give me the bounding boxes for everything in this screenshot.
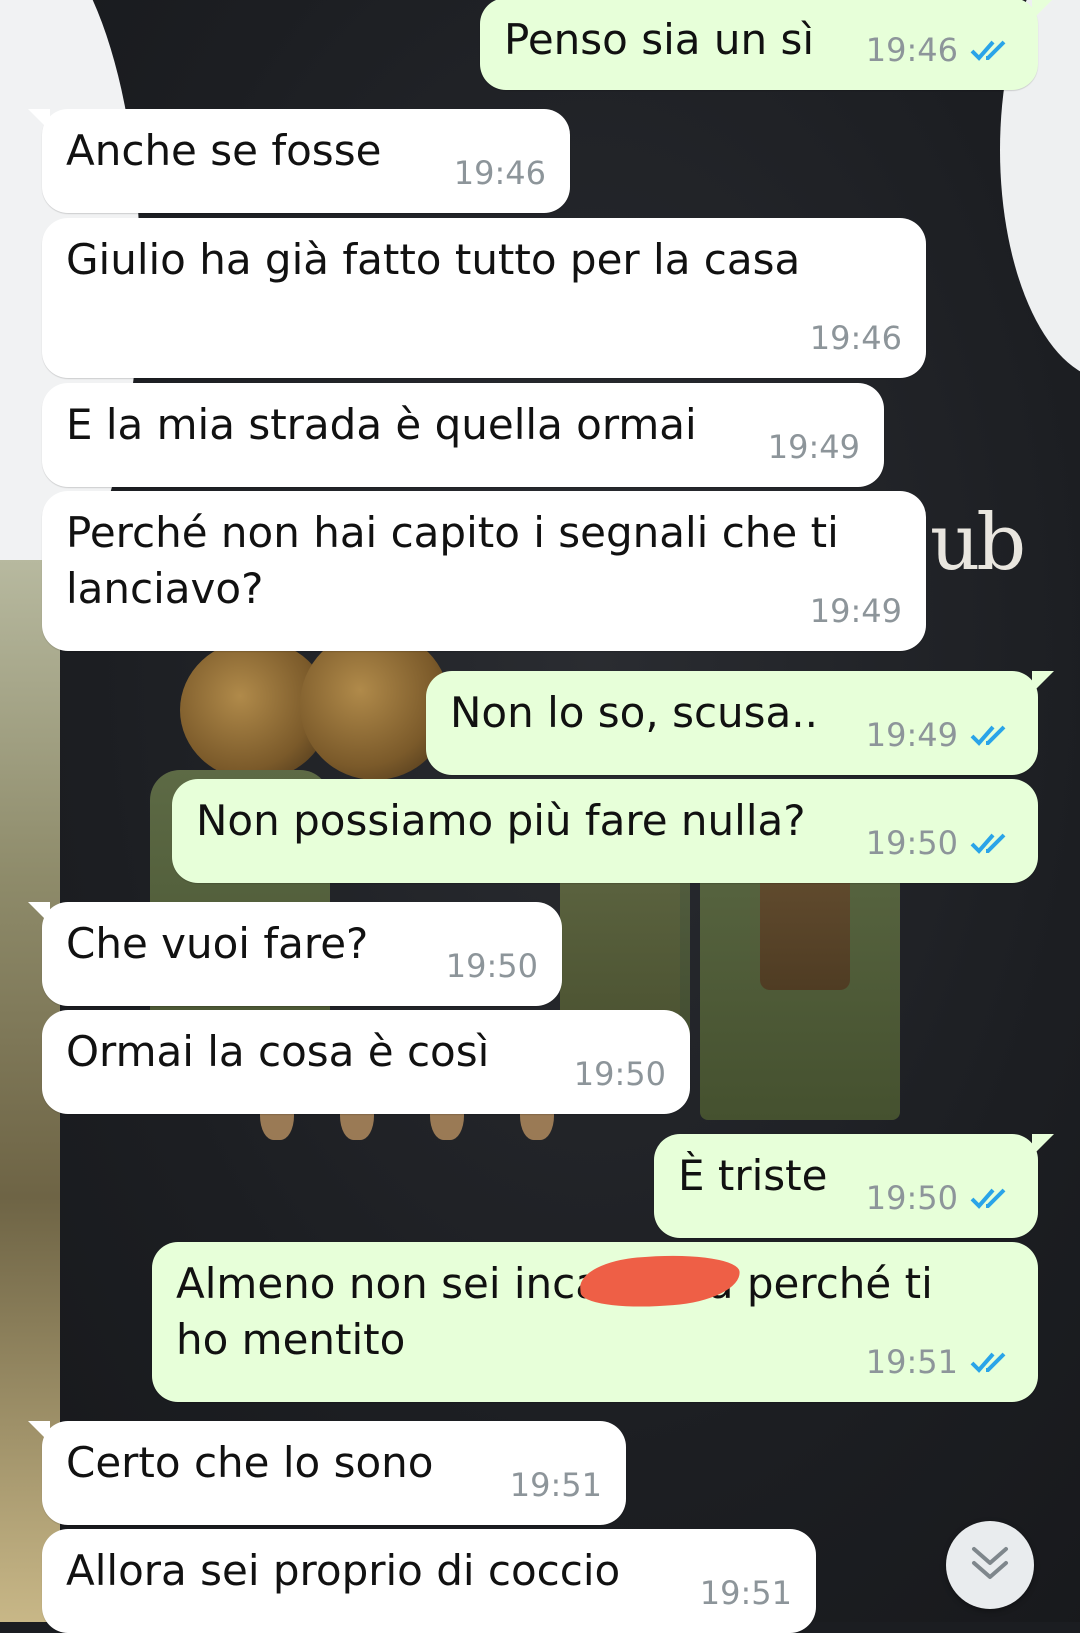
scroll-to-bottom-button[interactable] bbox=[946, 1521, 1034, 1609]
message-time: 19:50 bbox=[445, 947, 538, 985]
message-text: Giulio ha già fatto tutto per la casa bbox=[66, 235, 801, 284]
message-list[interactable]: Penso sia un sì 19:46 Anche se fosse 19:… bbox=[0, 0, 1080, 1633]
message-time: 19:46 bbox=[865, 31, 958, 69]
message-bubble[interactable]: E la mia strada è quella ormai 19:49 bbox=[42, 383, 884, 487]
message-bubble[interactable]: Giulio ha già fatto tutto per la casa 19… bbox=[42, 218, 926, 378]
double-check-read-icon bbox=[968, 721, 1014, 749]
message-bubble[interactable]: Anche se fosse 19:46 bbox=[28, 109, 570, 213]
message-bubble[interactable]: Che vuoi fare? 19:50 bbox=[28, 902, 562, 1006]
message-time: 19:46 bbox=[453, 154, 546, 192]
message-time: 19:49 bbox=[767, 428, 860, 466]
double-chevron-down-icon bbox=[968, 1543, 1012, 1587]
message-time: 19:46 bbox=[809, 319, 902, 357]
message-bubble[interactable]: Allora sei proprio di coccio 19:51 bbox=[42, 1529, 816, 1633]
message-text: Perché non hai capito i segnali che ti l… bbox=[66, 508, 853, 613]
double-check-read-icon bbox=[968, 1348, 1014, 1376]
message-bubble[interactable]: Non possiamo più fare nulla? 19:50 bbox=[172, 779, 1038, 883]
message-time: 19:50 bbox=[865, 1179, 958, 1217]
message-time: 19:49 bbox=[809, 592, 902, 630]
message-text: E la mia strada è quella ormai bbox=[66, 400, 697, 449]
message-bubble[interactable]: Penso sia un sì 19:46 bbox=[480, 0, 1054, 90]
message-time: 19:50 bbox=[865, 824, 958, 862]
message-time: 19:51 bbox=[865, 1343, 958, 1381]
message-bubble[interactable]: Ormai la cosa è così 19:50 bbox=[42, 1010, 690, 1114]
message-bubble[interactable]: Certo che lo sono 19:51 bbox=[28, 1421, 626, 1525]
double-check-read-icon bbox=[968, 829, 1014, 857]
message-bubble[interactable]: Non lo so, scusa.. 19:49 bbox=[426, 671, 1054, 775]
message-bubble[interactable]: È triste 19:50 bbox=[654, 1134, 1054, 1238]
double-check-read-icon bbox=[968, 1184, 1014, 1212]
message-time: 19:49 bbox=[865, 716, 958, 754]
double-check-read-icon bbox=[968, 36, 1014, 64]
message-bubble[interactable]: Perché non hai capito i segnali che ti l… bbox=[42, 491, 926, 651]
message-bubble[interactable]: Almeno non sei inca a perché ti ho menti… bbox=[152, 1242, 1038, 1402]
message-text: Allora sei proprio di coccio bbox=[66, 1546, 621, 1595]
message-time: 19:51 bbox=[699, 1574, 792, 1612]
message-time: 19:51 bbox=[509, 1466, 602, 1504]
message-time: 19:50 bbox=[573, 1055, 666, 1093]
